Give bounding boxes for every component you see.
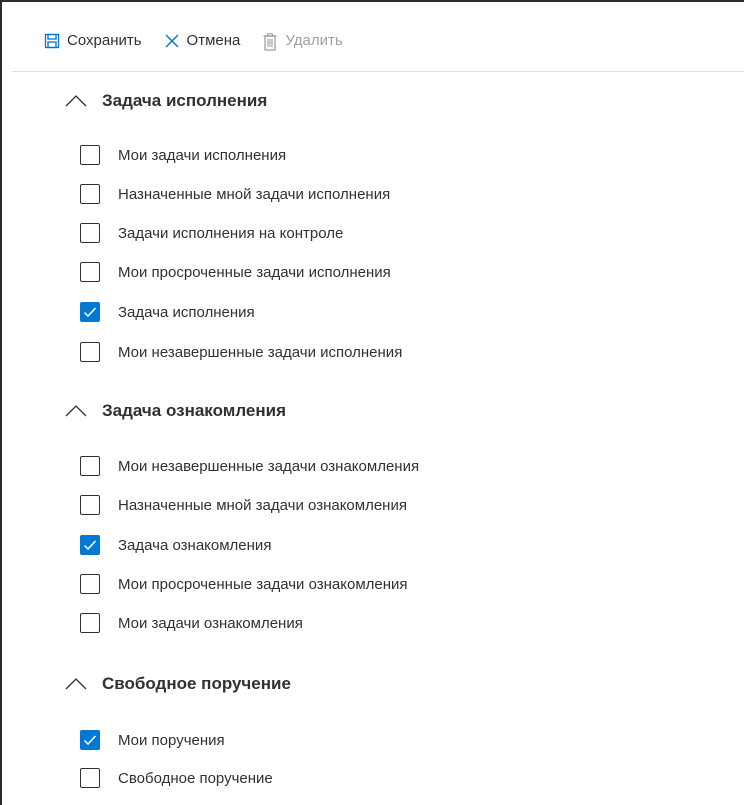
delete-button[interactable]: Удалить <box>262 32 343 51</box>
cancel-label: Отмена <box>186 32 241 49</box>
checkbox-item[interactable]: Назначенные мной задачи ознакомления <box>80 493 407 517</box>
checkbox-item[interactable]: Назначенные мной задачи исполнения <box>80 182 390 206</box>
checkbox-label: Задача ознакомления <box>118 536 272 554</box>
checkbox-item[interactable]: Мои просроченные задачи исполнения <box>80 260 391 284</box>
checkbox-label: Задачи исполнения на контроле <box>118 224 344 242</box>
checkbox-label: Мои задачи ознакомления <box>118 614 303 632</box>
checkbox-item[interactable]: Задачи исполнения на контроле <box>80 221 343 245</box>
checkbox-item[interactable]: Мои поручения <box>80 728 225 752</box>
save-button[interactable]: Сохранить <box>44 32 142 49</box>
save-icon <box>44 33 60 49</box>
checkbox-label: Мои поручения <box>118 731 225 749</box>
checkbox-item[interactable]: Мои задачи исполнения <box>80 143 286 167</box>
checkbox[interactable] <box>80 302 100 322</box>
checkbox[interactable] <box>80 730 100 750</box>
chevron-up-icon <box>64 677 88 691</box>
command-bar: Сохранить Отмена Удалить <box>12 4 744 72</box>
save-label: Сохранить <box>67 32 142 49</box>
checkbox-label: Назначенные мной задачи исполнения <box>118 185 391 203</box>
section-title: Задача ознакомления <box>102 401 286 420</box>
checkbox-label: Мои просроченные задачи исполнения <box>118 263 391 281</box>
checkbox[interactable] <box>80 574 100 594</box>
section-zadacha-oznakomleniya: Задача ознакомления Мои незавершенные за… <box>64 399 419 633</box>
checkbox-item[interactable]: Мои незавершенные задачи ознакомления <box>80 454 419 478</box>
checkbox[interactable] <box>80 145 100 165</box>
section-title: Задача исполнения <box>102 91 268 110</box>
section-header[interactable]: Задача ознакомления <box>64 399 286 423</box>
filter-panel: Сохранить Отмена Удалить Задача исполнен… <box>0 0 744 805</box>
checkbox-item[interactable]: Задача ознакомления <box>80 533 271 557</box>
trash-icon <box>262 32 278 51</box>
close-icon <box>164 33 180 49</box>
section-svobodnoe-poruchenie: Свободное поручение Мои поручения Свобод… <box>64 672 291 788</box>
checkbox-label: Назначенные мной задачи ознакомления <box>118 496 407 514</box>
section-zadacha-ispolneniya: Задача исполнения Мои задачи исполнения … <box>64 89 402 362</box>
chevron-up-icon <box>64 404 88 418</box>
checkbox-item[interactable]: Свободное поручение <box>80 766 273 790</box>
checkbox-item[interactable]: Задача исполнения <box>80 300 255 324</box>
checkbox[interactable] <box>80 535 100 555</box>
checkbox-item[interactable]: Мои задачи ознакомления <box>80 611 303 635</box>
checkbox[interactable] <box>80 342 100 362</box>
checkbox-label: Мои просроченные задачи ознакомления <box>118 575 408 593</box>
checkbox[interactable] <box>80 223 100 243</box>
checkbox[interactable] <box>80 184 100 204</box>
checkbox-item[interactable]: Мои просроченные задачи ознакомления <box>80 572 408 596</box>
checkbox-label: Мои задачи исполнения <box>118 146 287 164</box>
checkbox[interactable] <box>80 768 100 788</box>
checkbox-label: Задача исполнения <box>118 303 255 321</box>
checkbox-item[interactable]: Мои незавершенные задачи исполнения <box>80 340 402 364</box>
checkbox[interactable] <box>80 262 100 282</box>
section-header[interactable]: Задача исполнения <box>64 89 267 113</box>
section-title: Свободное поручение <box>102 674 291 693</box>
section-header[interactable]: Свободное поручение <box>64 672 291 696</box>
checkbox-label: Мои незавершенные задачи ознакомления <box>118 457 420 475</box>
checkbox[interactable] <box>80 495 100 515</box>
chevron-up-icon <box>64 94 88 108</box>
delete-label: Удалить <box>285 32 343 49</box>
cancel-button[interactable]: Отмена <box>164 32 241 49</box>
checkbox-label: Мои незавершенные задачи исполнения <box>118 343 403 361</box>
checkbox[interactable] <box>80 456 100 476</box>
checkbox-label: Свободное поручение <box>118 769 273 787</box>
checkbox[interactable] <box>80 613 100 633</box>
